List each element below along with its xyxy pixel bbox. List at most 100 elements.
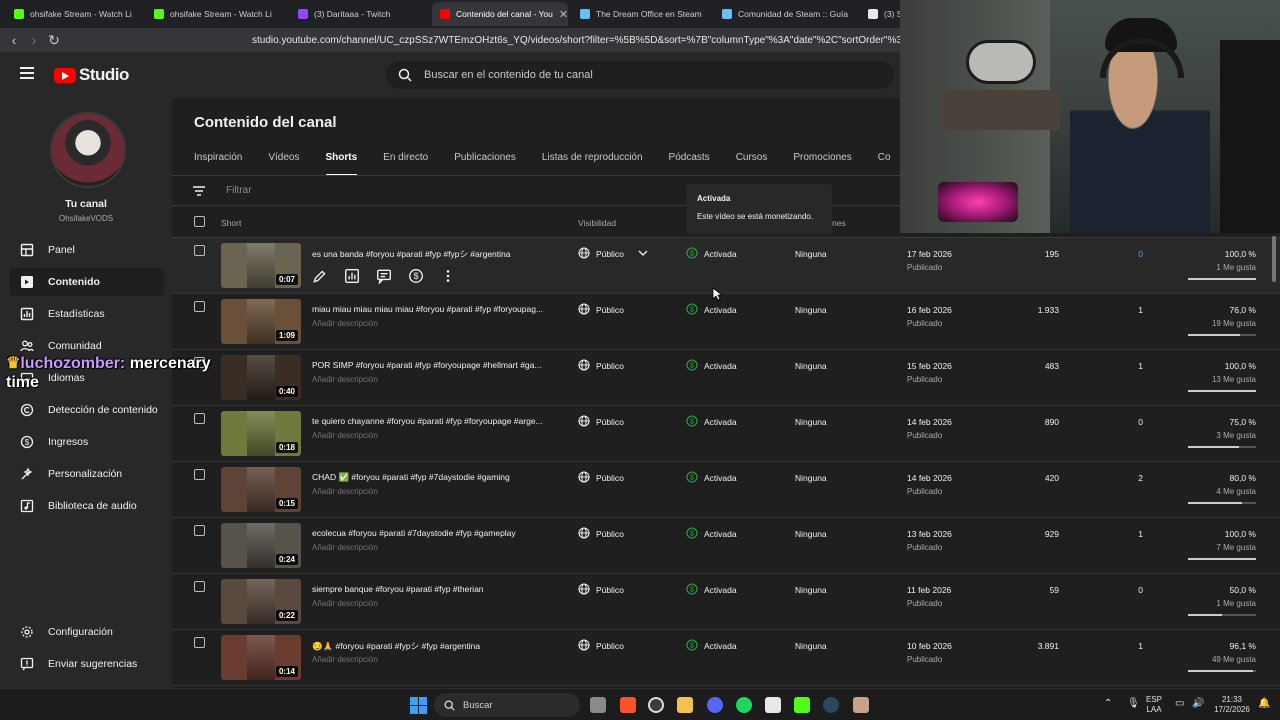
row-checkbox[interactable]	[194, 469, 205, 480]
table-row[interactable]: 0:07 es una banda #foryou #parati #fyp #f…	[172, 238, 1280, 294]
tab-inspiraci-n[interactable]: Inspiración	[194, 152, 242, 176]
channel-avatar[interactable]	[50, 112, 126, 188]
forward-icon[interactable]: ›	[24, 32, 44, 48]
sidebar-item-estad-sticas[interactable]: Estadísticas	[10, 300, 164, 328]
volume-icon[interactable]: 🔊	[1192, 699, 1204, 709]
video-thumbnail[interactable]: 0:40	[221, 355, 301, 400]
row-checkbox[interactable]	[194, 525, 205, 536]
row-checkbox[interactable]	[194, 301, 205, 312]
visibility-select[interactable]: Público	[578, 415, 624, 429]
task-view-icon[interactable]	[590, 697, 606, 713]
add-description[interactable]: Añadir descripción	[312, 487, 378, 496]
sidebar-item-gear[interactable]: Configuración	[10, 618, 164, 646]
table-row[interactable]: 0:40 POR SIMP #foryou #parati #fyp #foryo…	[172, 350, 1280, 406]
comments-count[interactable]: 0	[1138, 249, 1143, 259]
video-title[interactable]: CHAD ✅ #foryou #parati #fyp #7daystodie …	[312, 472, 552, 483]
browser-tab[interactable]: ohsifake Stream - Watch Li	[146, 2, 280, 26]
address-bar[interactable]: studio.youtube.com/channel/UC_czpSSz7WTE…	[242, 30, 900, 50]
sidebar-item-contenido[interactable]: Contenido	[10, 268, 164, 296]
chevron-down-icon[interactable]	[638, 249, 648, 259]
brave-browser-icon[interactable]	[620, 697, 636, 713]
video-thumbnail[interactable]: 1:09	[221, 299, 301, 344]
visibility-select[interactable]: Público	[578, 303, 624, 317]
steam-icon[interactable]	[823, 697, 839, 713]
close-tab-icon[interactable]: ✕	[559, 8, 568, 21]
visibility-select[interactable]: Público	[578, 359, 624, 373]
obs-icon[interactable]	[648, 697, 664, 713]
add-description[interactable]: Añadir descripción	[312, 431, 378, 440]
row-checkbox[interactable]	[194, 637, 205, 648]
row-checkbox[interactable]	[194, 245, 205, 256]
sidebar-item-personalizaci-n[interactable]: Personalización	[10, 460, 164, 488]
video-title[interactable]: te quiero chayanne #foryou #parati #fyp …	[312, 416, 552, 426]
browser-tab[interactable]: (3) Daritaaa - Twitch	[290, 2, 418, 26]
add-description[interactable]: Añadir descripción	[312, 655, 378, 664]
table-row[interactable]: 0:24 ecolecua #foryou #parati #7daystodie…	[172, 518, 1280, 574]
monetization-status[interactable]: $ Activada	[686, 415, 737, 429]
capcut-icon[interactable]	[765, 697, 781, 713]
add-description[interactable]: Añadir descripción	[312, 599, 378, 608]
monetization-status[interactable]: $ Activada	[686, 359, 737, 373]
sidebar-item-biblioteca-de-audio[interactable]: Biblioteca de audio	[10, 492, 164, 520]
comments-count[interactable]: 0	[1138, 417, 1143, 427]
table-row[interactable]: 0:22 siempre banque #foryou #parati #fyp …	[172, 574, 1280, 630]
filter-icon[interactable]	[192, 185, 206, 197]
video-thumbnail[interactable]: 0:24	[221, 523, 301, 568]
tab-promociones[interactable]: Promociones	[793, 152, 851, 176]
monetization-icon[interactable]: $	[408, 268, 424, 284]
search-input[interactable]: Buscar en el contenido de tu canal	[386, 61, 894, 89]
video-title[interactable]: miau miau miau miau miau #foryou #parati…	[312, 304, 552, 314]
sidebar-item-panel[interactable]: Panel	[10, 236, 164, 264]
tab-shorts[interactable]: Shorts	[325, 152, 357, 176]
sidebar-item-detecci-n-de-contenido[interactable]: Detección de contenido	[10, 396, 164, 424]
visibility-select[interactable]: Público	[578, 583, 624, 597]
notification-icon[interactable]: 🔔	[1258, 699, 1270, 709]
video-thumbnail[interactable]: 0:15	[221, 467, 301, 512]
visibility-select[interactable]: Público	[578, 471, 624, 485]
column-visibility[interactable]: Visibilidad	[578, 218, 616, 228]
monetization-status[interactable]: $ Activada	[686, 639, 737, 653]
comments-count[interactable]: 2	[1138, 473, 1143, 483]
visibility-select[interactable]: Público	[578, 247, 648, 261]
scrollbar[interactable]	[1272, 236, 1276, 282]
edit-icon[interactable]	[312, 268, 328, 284]
app-icon[interactable]	[853, 697, 869, 713]
kick-icon[interactable]	[794, 697, 810, 713]
discord-icon[interactable]	[707, 697, 723, 713]
video-thumbnail[interactable]: 0:07	[221, 243, 301, 288]
spotify-icon[interactable]	[736, 697, 752, 713]
browser-tab[interactable]: Comunidad de Steam :: Guía	[714, 2, 854, 26]
monetization-status[interactable]: $ Activada	[686, 527, 737, 541]
back-icon[interactable]: ‹	[4, 32, 24, 48]
tab-co[interactable]: Co	[878, 152, 891, 176]
table-row[interactable]: 0:14 😏🙏 #foryou #parati #fypシ #fyp #argen…	[172, 630, 1280, 686]
sidebar-item-ingresos[interactable]: $ Ingresos	[10, 428, 164, 456]
video-title[interactable]: POR SIMP #foryou #parati #fyp #foryoupag…	[312, 360, 552, 370]
video-title[interactable]: es una banda #foryou #parati #fyp #fypシ …	[312, 248, 552, 260]
studio-logo[interactable]: Studio	[54, 65, 129, 85]
windows-start-icon[interactable]	[410, 697, 427, 714]
comments-icon[interactable]	[376, 268, 392, 284]
comments-count[interactable]: 1	[1138, 641, 1143, 651]
comments-count[interactable]: 0	[1138, 585, 1143, 595]
network-icon[interactable]: ▭	[1175, 699, 1184, 709]
tab-listas-de-reproducci-n[interactable]: Listas de reproducción	[542, 152, 643, 176]
video-thumbnail[interactable]: 0:22	[221, 579, 301, 624]
visibility-select[interactable]: Público	[578, 639, 624, 653]
monetization-status[interactable]: $ Activada	[686, 471, 737, 485]
language-indicator[interactable]: ESP LAA	[1146, 695, 1162, 715]
analytics-icon[interactable]	[344, 268, 360, 284]
comments-count[interactable]: 1	[1138, 361, 1143, 371]
row-checkbox[interactable]	[194, 581, 205, 592]
microphone-icon[interactable]: 🎙	[1127, 699, 1140, 709]
monetization-status[interactable]: $ Activada	[686, 583, 737, 597]
file-explorer-icon[interactable]	[677, 697, 693, 713]
comments-count[interactable]: 1	[1138, 305, 1143, 315]
reload-icon[interactable]: ↻	[44, 32, 64, 49]
table-row[interactable]: 0:18 te quiero chayanne #foryou #parati #…	[172, 406, 1280, 462]
table-row[interactable]: 0:15 CHAD ✅ #foryou #parati #fyp #7daysto…	[172, 462, 1280, 518]
monetization-status[interactable]: $ Activada	[686, 247, 737, 261]
visibility-select[interactable]: Público	[578, 527, 624, 541]
taskbar-search[interactable]: Buscar	[434, 693, 580, 717]
column-monetization[interactable]: nes	[832, 218, 846, 228]
